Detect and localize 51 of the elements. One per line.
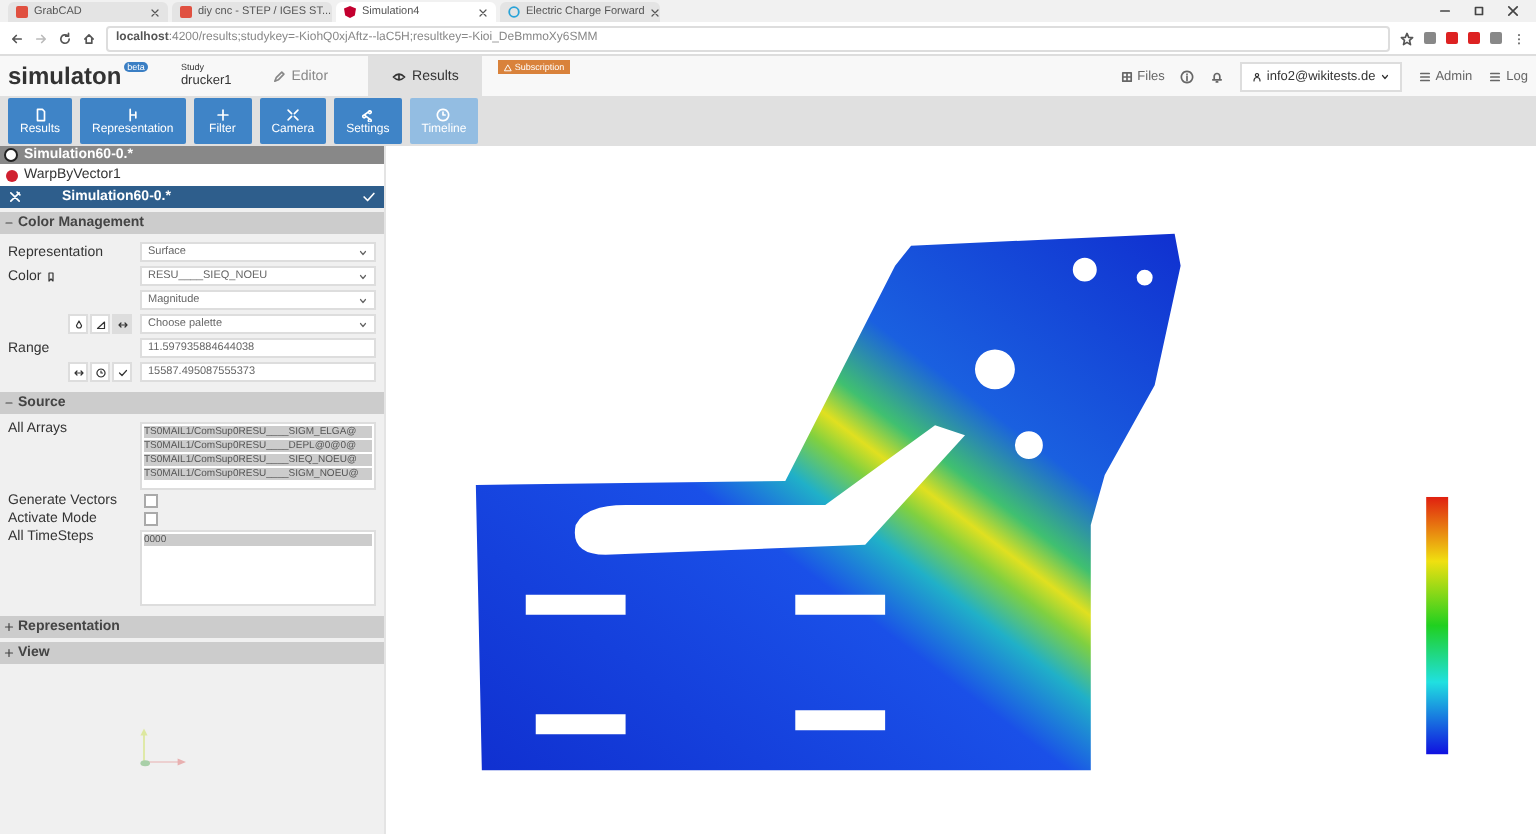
clock-icon[interactable] — [95, 367, 105, 377]
site-icon — [180, 6, 192, 18]
check-icon[interactable] — [117, 367, 127, 377]
checkbox[interactable] — [144, 494, 158, 508]
chart-icon[interactable] — [95, 319, 105, 329]
plus-icon — [4, 622, 14, 632]
user-icon — [1252, 71, 1263, 81]
minus-icon — [4, 218, 14, 228]
tools-icon[interactable] — [8, 190, 22, 204]
site-icon — [16, 6, 28, 18]
caret-icon — [358, 271, 368, 281]
info-icon[interactable] — [1180, 69, 1195, 83]
caret-icon — [358, 319, 368, 329]
kebab-icon[interactable] — [1512, 31, 1526, 45]
app-logo[interactable]: simulaton — [8, 62, 122, 90]
drop-icon[interactable] — [73, 319, 83, 329]
star-icon[interactable] — [1400, 31, 1414, 45]
reload-icon[interactable] — [58, 31, 72, 45]
checkbox[interactable] — [144, 512, 158, 526]
share-icon — [360, 107, 375, 121]
document-icon — [33, 107, 47, 121]
plus-icon — [4, 648, 14, 658]
branch-icon — [125, 107, 140, 121]
bookmark-icon[interactable] — [45, 271, 56, 281]
expand-icon — [285, 107, 300, 121]
plus-icon — [215, 107, 230, 121]
caret-icon — [358, 247, 368, 257]
restore-icon[interactable] — [1472, 4, 1486, 18]
pencil-icon — [271, 69, 286, 83]
caret-icon — [358, 295, 368, 305]
minimize-icon[interactable] — [1438, 4, 1452, 18]
grid-icon — [1119, 69, 1134, 83]
close-icon[interactable] — [478, 7, 488, 17]
bell-icon[interactable] — [1210, 69, 1225, 83]
warning-icon — [504, 63, 513, 71]
arrows-icon[interactable] — [117, 319, 127, 329]
node-icon — [6, 169, 18, 181]
caret-icon — [1379, 71, 1390, 81]
minus-icon — [4, 398, 14, 408]
list-icon — [1417, 69, 1432, 83]
home-icon[interactable] — [82, 31, 96, 45]
close-icon[interactable] — [150, 7, 160, 17]
close-icon[interactable] — [1506, 4, 1520, 18]
clock-icon — [436, 107, 451, 121]
eye-icon — [392, 69, 407, 83]
back-icon[interactable] — [10, 31, 24, 45]
arrows-icon[interactable] — [73, 367, 83, 377]
close-icon[interactable] — [650, 7, 660, 17]
list-icon — [1488, 69, 1503, 83]
shield-icon — [344, 6, 356, 18]
globe-icon — [508, 6, 520, 18]
